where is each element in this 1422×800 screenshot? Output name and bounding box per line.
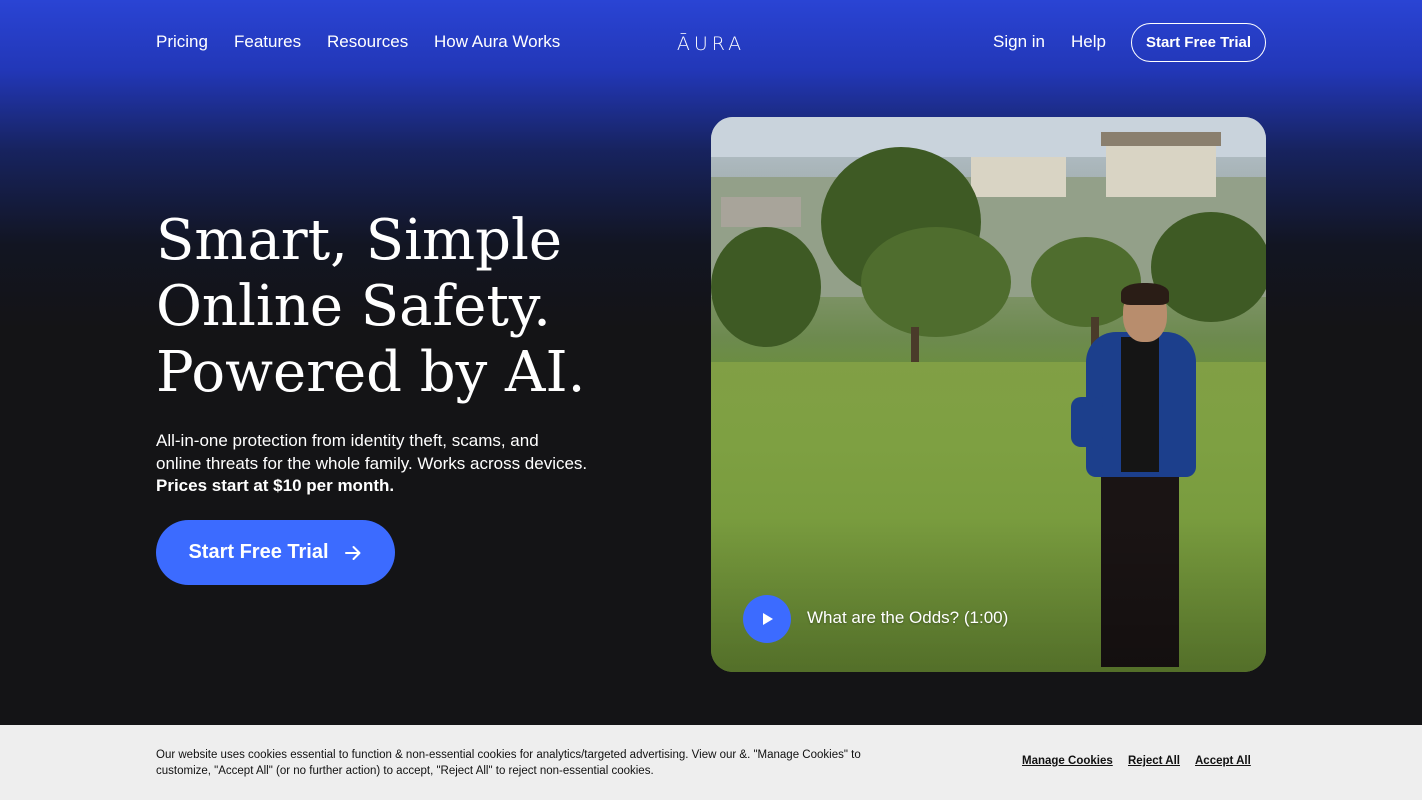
video-tree-trunk — [911, 327, 919, 367]
hero-price-line: Prices start at $10 per month. — [156, 476, 395, 495]
play-button[interactable] — [743, 595, 791, 643]
nav-link-features[interactable]: Features — [234, 31, 301, 53]
play-icon — [763, 613, 773, 625]
video-tree — [1151, 212, 1266, 322]
accept-all-link[interactable]: Accept All — [1195, 755, 1251, 767]
hero-title: Smart, Simple Online Safety. Powered by … — [156, 208, 676, 406]
video-roof — [1101, 132, 1221, 146]
reject-all-link[interactable]: Reject All — [1128, 755, 1180, 767]
video-caption: What are the Odds? (1:00) — [807, 608, 1009, 627]
hero-subtitle-line: online threats for the whole family. Wor… — [156, 453, 588, 473]
video-house — [971, 157, 1066, 197]
video-house — [1106, 142, 1216, 197]
hero-title-line: Smart, Simple — [156, 208, 562, 273]
arrow-right-icon — [344, 545, 361, 560]
video-person-arm — [1071, 397, 1103, 447]
hero-subtitle: All-in-one protection from identity thef… — [156, 430, 626, 498]
nav-link-how-aura-works[interactable]: How Aura Works — [434, 31, 560, 53]
cta-label: Start Free Trial — [188, 541, 329, 563]
nav-link-pricing[interactable]: Pricing — [156, 31, 208, 53]
video-overlay — [711, 517, 1266, 672]
nav-link-resources[interactable]: Resources — [327, 31, 408, 53]
video-player[interactable]: What are the Odds? (1:00) — [711, 117, 1266, 672]
hero-start-trial-button[interactable]: Start Free Trial — [156, 520, 395, 585]
top-nav: Pricing Features Resources How Aura Work… — [0, 0, 1422, 84]
hero-title-line: Powered by AI. — [156, 340, 586, 405]
manage-cookies-link[interactable]: Manage Cookies — [1022, 755, 1113, 767]
cookie-text-line: Our website uses cookies essential to fu… — [156, 749, 861, 761]
cookie-banner-text: Our website uses cookies essential to fu… — [156, 747, 916, 779]
video-tree — [861, 227, 1011, 337]
video-tree — [711, 227, 821, 347]
video-person-shirt — [1121, 337, 1159, 472]
nav-start-trial-button[interactable]: Start Free Trial — [1131, 23, 1266, 62]
hero-title-line: Online Safety. — [156, 274, 551, 339]
logo-text: ĀURA — [676, 33, 746, 55]
cookie-text-line: customize, "Accept All" (or no further a… — [156, 765, 654, 777]
help-link[interactable]: Help — [1071, 31, 1106, 53]
video-house — [721, 197, 801, 227]
sign-in-link[interactable]: Sign in — [993, 31, 1045, 53]
video-person-hair — [1121, 283, 1169, 305]
aura-logo[interactable]: ĀURA — [674, 31, 748, 57]
hero-subtitle-line: All-in-one protection from identity thef… — [156, 431, 539, 450]
